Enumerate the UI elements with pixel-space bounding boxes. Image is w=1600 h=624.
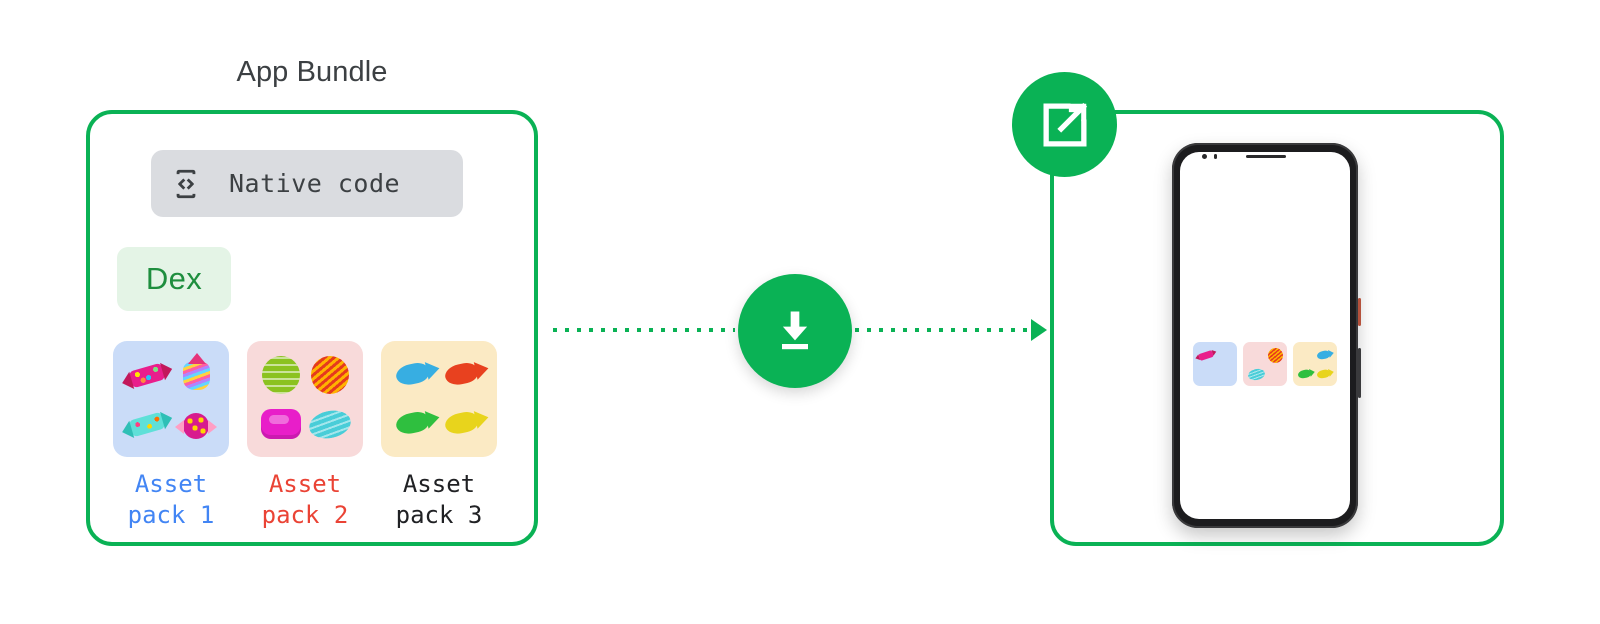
installed-asset-tiles xyxy=(1193,342,1337,386)
tile-empty-cell xyxy=(1197,365,1215,383)
asset-pack-list: Asset pack 1 Asset pack 2 Asset pack 3 xyxy=(113,341,523,531)
jelly-orange-circle xyxy=(307,352,353,398)
fish-art xyxy=(390,350,488,448)
tile-empty-cell xyxy=(1216,346,1234,364)
candy-mini-icon xyxy=(1197,346,1215,364)
external-link-badge xyxy=(1012,72,1117,177)
connector-dotted-right xyxy=(855,328,1032,332)
asset-pack-1-thumbnail xyxy=(113,341,229,457)
phone-power-button[interactable] xyxy=(1358,298,1361,326)
device-code-icon xyxy=(169,167,203,201)
jelly-orange-mini-icon xyxy=(1266,346,1284,364)
tile-empty-cell xyxy=(1216,365,1234,383)
download-node xyxy=(738,274,852,388)
native-code-label: Native code xyxy=(229,169,401,198)
dex-chip: Dex xyxy=(117,247,231,311)
front-camera-icon xyxy=(1202,154,1207,159)
download-icon xyxy=(769,305,821,357)
fish-blue-mini-icon xyxy=(1315,346,1334,364)
tile-empty-cell xyxy=(1247,346,1265,364)
candy-art xyxy=(122,350,220,448)
installed-tile-1[interactable] xyxy=(1193,342,1237,386)
diagram-stage: App Bundle Native code Dex Asset pack 1 … xyxy=(0,0,1600,624)
app-bundle-title: App Bundle xyxy=(236,56,388,88)
phone-screen xyxy=(1180,152,1350,519)
tile-empty-cell xyxy=(1266,365,1284,383)
asset-pack-3-thumbnail xyxy=(381,341,497,457)
fish-red xyxy=(441,352,487,398)
asset-pack-2: Asset pack 2 xyxy=(247,341,363,531)
phone-notch xyxy=(1180,152,1350,165)
asset-pack-1-label: Asset pack 1 xyxy=(127,470,215,529)
candy-bar-teal xyxy=(124,401,170,447)
native-code-chip: Native code xyxy=(151,150,463,217)
installed-tile-3[interactable] xyxy=(1293,342,1337,386)
asset-pack-3: Asset pack 3 xyxy=(381,341,497,531)
jelly-green-circle xyxy=(258,352,304,398)
asset-pack-1: Asset pack 1 xyxy=(113,341,229,531)
fish-yellow xyxy=(441,401,487,447)
asset-pack-3-label: Asset pack 3 xyxy=(395,470,483,529)
proximity-sensor-icon xyxy=(1214,154,1217,159)
dex-label: Dex xyxy=(145,261,203,296)
candy-bar-pink xyxy=(124,352,170,398)
phone-device xyxy=(1172,143,1361,528)
tile-empty-cell xyxy=(1297,346,1315,364)
connector-dotted-left xyxy=(553,328,735,332)
candy-round-star xyxy=(173,401,219,447)
jelly-magenta-rect xyxy=(258,401,304,447)
phone-volume-button[interactable] xyxy=(1358,348,1361,398)
asset-pack-2-label: Asset pack 2 xyxy=(261,470,349,529)
asset-pack-2-thumbnail xyxy=(247,341,363,457)
fish-blue xyxy=(392,352,438,398)
candy-wrapped-stripe xyxy=(173,352,219,398)
external-link-icon xyxy=(1036,96,1094,154)
earpiece-speaker-icon xyxy=(1246,155,1286,158)
jelly-art xyxy=(256,350,354,448)
jelly-teal-oval xyxy=(306,401,353,447)
flow-arrow-icon xyxy=(1031,319,1047,341)
fish-green xyxy=(392,401,438,447)
jelly-teal-mini-icon xyxy=(1246,365,1266,383)
fish-green-mini-icon xyxy=(1296,365,1315,383)
installed-tile-2[interactable] xyxy=(1243,342,1287,386)
fish-yellow-mini-icon xyxy=(1315,365,1334,383)
